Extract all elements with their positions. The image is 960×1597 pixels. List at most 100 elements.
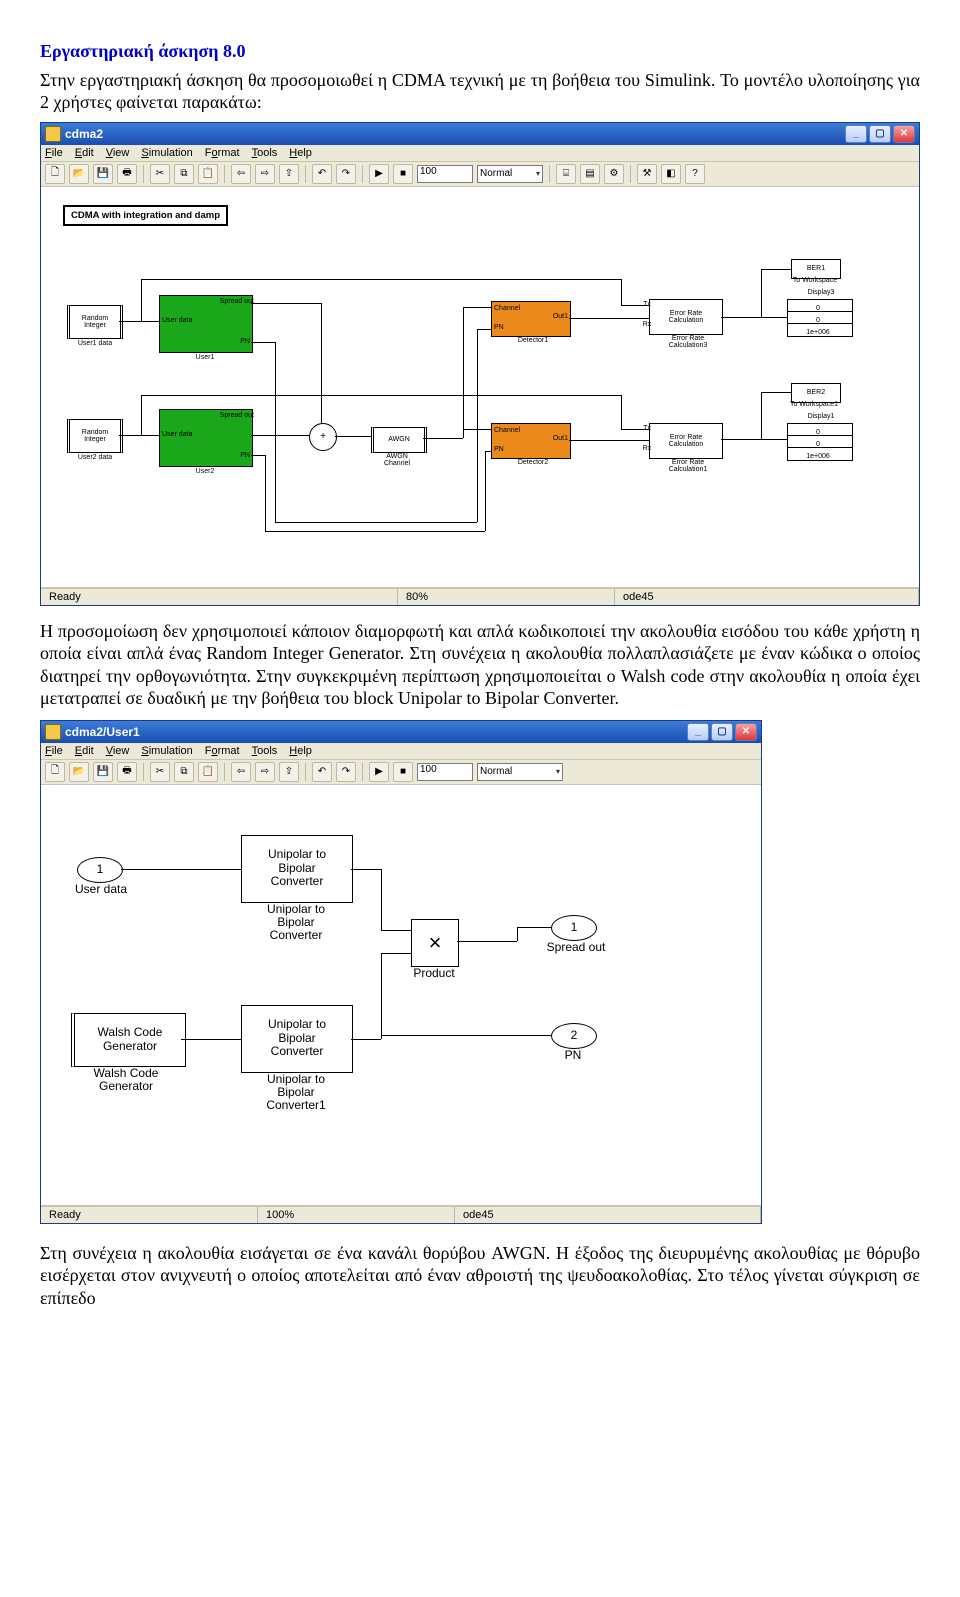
errorrate-2[interactable]: Error Rate Calculation (649, 423, 723, 459)
display3-label: Display3 (799, 289, 843, 296)
product-block[interactable]: × (411, 919, 459, 967)
redo-icon[interactable]: ↷ (336, 164, 356, 184)
mode-combo[interactable]: Normal (477, 165, 543, 183)
new-icon-2[interactable]: 🗋 (45, 762, 65, 782)
random-integer-1[interactable]: Random Integer (67, 305, 123, 339)
menu-edit[interactable]: Edit (75, 147, 94, 159)
sum-block[interactable]: + (309, 423, 337, 451)
paste-icon-2[interactable]: 📋 (198, 762, 218, 782)
detector2-label: Detector2 (505, 459, 561, 466)
menu-tools[interactable]: Tools (252, 147, 278, 159)
stop-icon[interactable]: ■ (393, 164, 413, 184)
menu2-edit[interactable]: Edit (75, 745, 94, 757)
menu-file[interactable]: File (45, 147, 63, 159)
window-title-2: cdma2/User1 (65, 725, 140, 739)
walsh-code[interactable]: Walsh Code Generator (71, 1013, 186, 1067)
print-icon[interactable]: 🖶 (117, 164, 137, 184)
open-icon-2[interactable]: 📂 (69, 762, 89, 782)
product-label: Product (401, 967, 467, 980)
model-canvas-2[interactable]: 1 User data Unipolar to Bipolar Converte… (41, 785, 761, 1206)
model-canvas[interactable]: CDMA with integration and damp Random In… (41, 187, 919, 588)
toworkspace-1-label: To Workspace (785, 277, 845, 284)
mode-combo-2[interactable]: Normal (477, 763, 563, 781)
undo-icon[interactable]: ↶ (312, 164, 332, 184)
copy-icon-2[interactable]: ⧉ (174, 762, 194, 782)
close-button[interactable]: ✕ (893, 125, 915, 143)
model-banner: CDMA with integration and damp (63, 205, 228, 226)
save-icon[interactable]: 💾 (93, 164, 113, 184)
titlebar[interactable]: cdma2 _ ▢ ✕ (41, 123, 919, 145)
rtw-icon[interactable]: ◧ (661, 164, 681, 184)
ber1-block[interactable]: BER1 (791, 259, 841, 279)
minimize-button[interactable]: _ (845, 125, 867, 143)
awgn-block[interactable]: AWGN (371, 427, 427, 453)
play-icon-2[interactable]: ▶ (369, 762, 389, 782)
maximize-button-2[interactable]: ▢ (711, 723, 733, 741)
stop-icon-2[interactable]: ■ (393, 762, 413, 782)
menu-view[interactable]: View (106, 147, 130, 159)
app-icon (45, 126, 61, 142)
inport-1[interactable]: 1 (77, 857, 123, 883)
detector-2[interactable]: Channel Out1 PN (491, 423, 571, 459)
menu-format[interactable]: Format (205, 147, 240, 159)
save-icon-2[interactable]: 💾 (93, 762, 113, 782)
maximize-button[interactable]: ▢ (869, 125, 891, 143)
u2b-bottom[interactable]: Unipolar to Bipolar Converter (241, 1005, 353, 1073)
scope-icon[interactable]: ▤ (580, 164, 600, 184)
lib-icon[interactable]: ⌸ (556, 164, 576, 184)
status-zoom-2: 100% (258, 1207, 455, 1223)
back-icon[interactable]: ⇦ (231, 164, 251, 184)
stop-time-field-2[interactable]: 100 (417, 763, 473, 781)
menu2-help[interactable]: Help (289, 745, 312, 757)
errorrate-1[interactable]: Error Rate Calculation (649, 299, 723, 335)
statusbar-2: Ready 100% ode45 (41, 1206, 761, 1223)
up-icon[interactable]: ⇧ (279, 164, 299, 184)
user2-subsystem[interactable]: User data Spread out PN (159, 409, 253, 467)
detector-1[interactable]: Channel Out1 PN (491, 301, 571, 337)
menu-help[interactable]: Help (289, 147, 312, 159)
cut-icon-2[interactable]: ✂ (150, 762, 170, 782)
build-icon[interactable]: ⚒ (637, 164, 657, 184)
menu2-view[interactable]: View (106, 745, 130, 757)
status-zoom: 80% (398, 589, 615, 605)
up-icon-2[interactable]: ⇧ (279, 762, 299, 782)
menu2-tools[interactable]: Tools (252, 745, 278, 757)
cut-icon[interactable]: ✂ (150, 164, 170, 184)
menu-simulation[interactable]: Simulation (141, 147, 192, 159)
gear-icon[interactable]: ⚙ (604, 164, 624, 184)
print-icon-2[interactable]: 🖶 (117, 762, 137, 782)
menu2-file[interactable]: File (45, 745, 63, 757)
open-icon[interactable]: 📂 (69, 164, 89, 184)
help-icon[interactable]: ? (685, 164, 705, 184)
random-integer-2-label: User2 data (67, 454, 123, 461)
outport-2[interactable]: 2 (551, 1023, 597, 1049)
copy-icon[interactable]: ⧉ (174, 164, 194, 184)
user1-subsystem[interactable]: User data Spread out PN (159, 295, 253, 353)
outport-2-label: PN (547, 1049, 599, 1062)
doc-title: Εργαστηριακή άσκηση 8.0 (40, 41, 245, 61)
new-icon[interactable]: 🗋 (45, 164, 65, 184)
minimize-button-2[interactable]: _ (687, 723, 709, 741)
fwd-icon[interactable]: ⇨ (255, 164, 275, 184)
menu2-format[interactable]: Format (205, 745, 240, 757)
ber2-block[interactable]: BER2 (791, 383, 841, 403)
stop-time-field[interactable]: 100 (417, 165, 473, 183)
random-integer-2[interactable]: Random Integer (67, 419, 123, 453)
outport-1-label: Spread out (531, 941, 621, 954)
redo-icon-2[interactable]: ↷ (336, 762, 356, 782)
undo-icon-2[interactable]: ↶ (312, 762, 332, 782)
back-icon-2[interactable]: ⇦ (231, 762, 251, 782)
errorrate-2-label: Error Rate Calculation1 (653, 459, 723, 474)
play-icon[interactable]: ▶ (369, 164, 389, 184)
fwd-icon-2[interactable]: ⇨ (255, 762, 275, 782)
u2b-top[interactable]: Unipolar to Bipolar Converter (241, 835, 353, 903)
menubar-2: File Edit View Simulation Format Tools H… (41, 743, 761, 760)
close-button-2[interactable]: ✕ (735, 723, 757, 741)
menu2-simulation[interactable]: Simulation (141, 745, 192, 757)
menubar: File Edit View Simulation Format Tools H… (41, 145, 919, 162)
titlebar-2[interactable]: cdma2/User1 _ ▢ ✕ (41, 721, 761, 743)
status-solver-2: ode45 (455, 1207, 761, 1223)
user1-label: User1 (187, 354, 223, 361)
outport-1[interactable]: 1 (551, 915, 597, 941)
paste-icon[interactable]: 📋 (198, 164, 218, 184)
